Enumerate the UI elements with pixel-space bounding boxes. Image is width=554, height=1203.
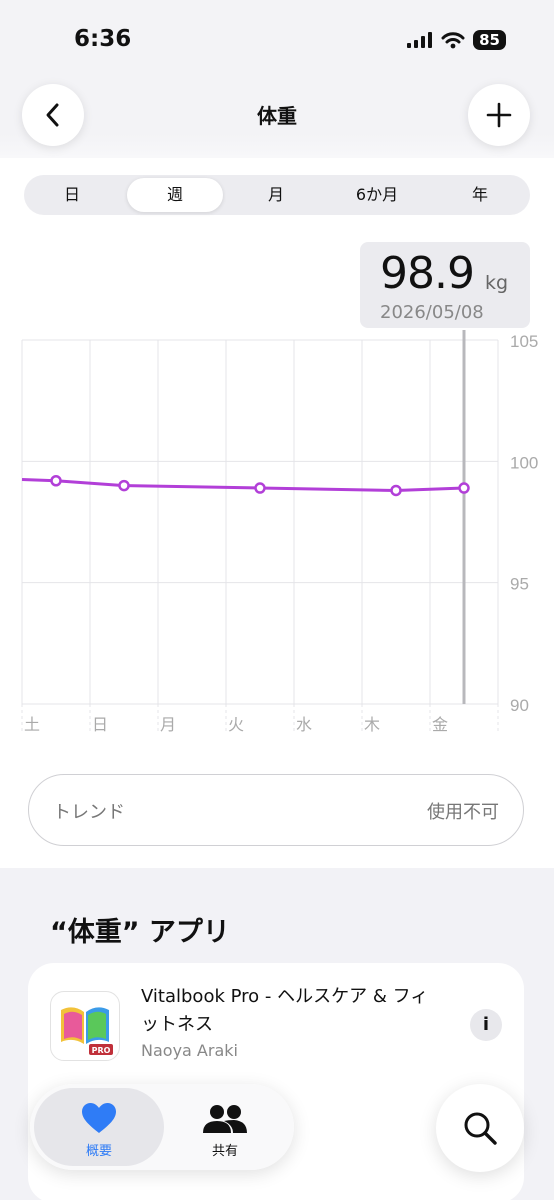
trend-value: 使用不可 [427,802,499,823]
signal-icon [407,32,433,48]
people-icon [203,1105,247,1133]
y-tick-label: 90 [510,696,529,715]
info-button[interactable]: i [470,1009,502,1041]
tab-summary[interactable]: 概要 [34,1088,164,1166]
data-point [50,474,62,487]
segment-week[interactable]: 週 [127,178,223,212]
status-time: 6:36 [74,26,132,52]
y-tick-label: 95 [510,575,529,594]
search-button[interactable] [436,1084,524,1172]
x-tick-label: 木 [364,715,380,734]
app-developer: Naoya Araki [141,1041,238,1060]
info-icon: i [482,1014,490,1035]
trend-row[interactable]: トレンド 使用不可 [28,774,524,846]
weight-chart[interactable]: 105 100 95 90 土 日 月 火 水 木 金 [0,330,554,740]
status-icons: 85 [407,30,506,50]
selected-value-readout: 98.9 kg 2026/05/08 [360,242,530,328]
x-tick-label: 金 [432,715,448,734]
y-tick-label: 105 [510,332,538,351]
readout-value: 98.9 [380,248,475,299]
plus-icon [486,102,512,128]
app-name: Vitalbook Pro - ヘルスケア & フィットネス [141,986,429,1035]
x-tick-label: 日 [92,715,108,734]
data-point [458,482,470,494]
readout-unit: kg [485,272,509,294]
data-point [118,479,130,492]
tab-sharing-label: 共有 [211,1144,238,1159]
add-button[interactable] [468,84,530,146]
segment-day[interactable]: 日 [24,175,120,215]
segment-month[interactable]: 月 [228,175,324,215]
book-icon: PRO [61,1007,113,1055]
x-tick-label: 月 [160,715,176,734]
x-tick-label: 火 [228,715,244,734]
y-tick-label: 100 [510,453,538,472]
tab-sharing[interactable]: 共有 [160,1088,290,1166]
data-point [390,484,402,497]
heart-icon [82,1103,116,1133]
tab-bar: 概要 共有 [30,1084,294,1170]
app-badge: PRO [92,1046,111,1055]
search-icon [464,1112,497,1145]
data-point [254,482,266,494]
battery-indicator: 85 [473,30,506,50]
segment-year[interactable]: 年 [432,175,528,215]
period-segmented-control: 日 週 月 6か月 年 [24,175,530,215]
segment-6month[interactable]: 6か月 [329,175,425,215]
app-icon: PRO [50,991,120,1061]
x-tick-label: 水 [296,715,312,734]
x-tick-label: 土 [24,715,40,734]
apps-section-title: “体重” アプリ [50,917,230,948]
readout-date: 2026/05/08 [380,302,484,323]
header-background [0,0,554,158]
wifi-icon [441,32,465,49]
tab-summary-label: 概要 [85,1144,112,1159]
trend-label: トレンド [53,802,125,823]
